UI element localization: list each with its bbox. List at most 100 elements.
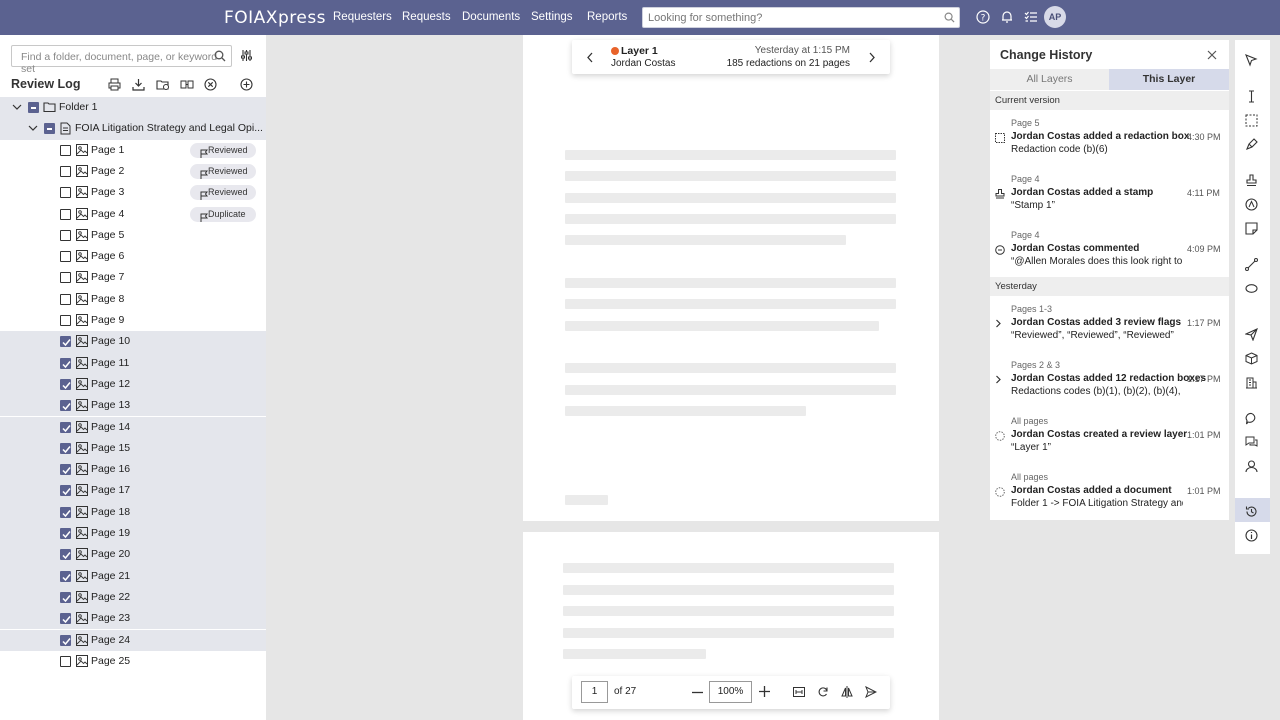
page-checkbox[interactable] — [60, 464, 71, 476]
tree-page-row[interactable]: Page 11 — [0, 352, 266, 374]
nav-settings[interactable]: Settings — [531, 11, 573, 23]
history-entry[interactable]: All pages Jordan Costas added a document F… — [990, 472, 1229, 524]
pen-icon[interactable] — [1245, 138, 1258, 151]
signature-icon[interactable] — [1245, 198, 1258, 211]
review-flag-badge[interactable]: Reviewed — [190, 185, 256, 201]
global-search-input[interactable]: Looking for something? — [642, 7, 960, 28]
page-checkbox[interactable] — [60, 485, 71, 497]
line-tool-icon[interactable] — [1245, 258, 1258, 271]
close-icon[interactable] — [1207, 50, 1217, 60]
tree-page-row[interactable]: Page 25 — [0, 651, 266, 672]
tree-page-row[interactable]: Page 2 Reviewed — [0, 161, 266, 182]
page-checkbox[interactable] — [60, 187, 71, 199]
download-icon[interactable] — [132, 78, 145, 91]
tree-folder-row[interactable]: Folder 1 — [0, 97, 266, 119]
comment-icon[interactable] — [1245, 412, 1258, 425]
pages-compare-icon[interactable] — [180, 78, 194, 91]
page-checkbox[interactable] — [60, 251, 71, 263]
page-checkbox[interactable] — [60, 229, 71, 241]
tree-page-row[interactable]: Page 7 — [0, 267, 266, 288]
page-checkbox[interactable] — [60, 655, 71, 667]
chevron-down-icon[interactable] — [28, 124, 38, 132]
flip-icon[interactable] — [841, 686, 853, 698]
filter-settings-icon[interactable] — [240, 49, 253, 62]
chevron-left-icon[interactable] — [586, 52, 594, 63]
tree-page-row[interactable]: Page 10 — [0, 331, 266, 353]
building-icon[interactable] — [1245, 376, 1258, 389]
page-checkbox[interactable] — [60, 378, 71, 390]
app-logo[interactable]: FOIAXpress — [224, 8, 326, 28]
nav-requests[interactable]: Requests — [402, 11, 451, 23]
history-entry[interactable]: Page 5 Jordan Costas added a redaction bo… — [990, 118, 1229, 170]
nav-requesters[interactable]: Requesters — [333, 11, 392, 23]
print-icon[interactable] — [108, 78, 121, 91]
history-icon[interactable] — [1245, 505, 1258, 518]
page-checkbox[interactable] — [60, 634, 71, 646]
clear-icon[interactable] — [204, 78, 217, 91]
tree-page-row[interactable]: Page 13 — [0, 395, 266, 417]
ellipse-tool-icon[interactable] — [1245, 282, 1258, 295]
zoom-level-input[interactable]: 100% — [709, 681, 752, 703]
fit-page-icon[interactable] — [793, 686, 805, 698]
send-icon[interactable] — [1245, 328, 1258, 341]
zoom-out-icon[interactable] — [692, 691, 703, 694]
tree-page-row[interactable]: Page 19 — [0, 523, 266, 545]
tree-page-row[interactable]: Page 24 — [0, 629, 266, 651]
tab-this-layer[interactable]: This Layer — [1109, 69, 1229, 90]
tree-page-row[interactable]: Page 18 — [0, 501, 266, 523]
tree-page-row[interactable]: Page 21 — [0, 565, 266, 587]
history-entry[interactable]: All pages Jordan Costas created a review … — [990, 416, 1229, 468]
tree-page-row[interactable]: Page 20 — [0, 544, 266, 566]
tree-document-row[interactable]: FOIA Litigation Strategy and Legal Opi..… — [0, 118, 266, 140]
zoom-in-icon[interactable] — [759, 686, 770, 697]
history-entry[interactable]: Page 4 Jordan Costas commented “@Allen Mor… — [990, 230, 1229, 282]
package-icon[interactable] — [1245, 352, 1258, 365]
page-number-input[interactable]: 1 — [581, 681, 608, 703]
tree-page-row[interactable]: Page 22 — [0, 586, 266, 609]
tasks-icon[interactable] — [1024, 10, 1038, 24]
page-checkbox[interactable] — [60, 506, 71, 518]
chevron-down-icon[interactable] — [12, 103, 22, 111]
chevron-right-icon[interactable] — [868, 52, 876, 63]
history-entry[interactable]: Page 4 Jordan Costas added a stamp “Stamp … — [990, 174, 1229, 226]
chevron-right-icon[interactable] — [995, 375, 1002, 384]
page-checkbox[interactable] — [60, 528, 71, 539]
page-checkbox[interactable] — [60, 613, 71, 625]
tree-page-row[interactable]: Page 1 Reviewed — [0, 140, 266, 161]
history-entry[interactable]: Pages 2 & 3 Jordan Costas added 12 redact… — [990, 360, 1229, 412]
page-checkbox[interactable] — [60, 591, 71, 603]
info-icon[interactable] — [1245, 529, 1258, 542]
text-cursor-icon[interactable] — [1245, 90, 1258, 103]
review-flag-badge[interactable]: Duplicate — [190, 206, 256, 222]
nav-documents[interactable]: Documents — [462, 11, 520, 23]
chevron-right-icon[interactable] — [995, 319, 1002, 328]
page-checkbox[interactable] — [60, 357, 71, 369]
page-checkbox[interactable] — [60, 442, 71, 454]
page-checkbox[interactable] — [60, 549, 71, 561]
history-entry[interactable]: Pages 1-3 Jordan Costas added 3 review fl… — [990, 304, 1229, 356]
tab-all-layers[interactable]: All Layers — [990, 69, 1109, 90]
user-icon[interactable] — [1245, 460, 1258, 473]
tree-page-row[interactable]: Page 23 — [0, 608, 266, 630]
review-flag-badge[interactable]: Reviewed — [190, 163, 256, 179]
page-checkbox[interactable] — [60, 165, 71, 177]
tree-page-row[interactable]: Page 15 — [0, 437, 266, 460]
page-checkbox[interactable] — [60, 336, 71, 348]
select-pointer-icon[interactable] — [1245, 54, 1258, 67]
page-checkbox[interactable] — [60, 144, 71, 156]
page-checkbox[interactable] — [60, 421, 71, 433]
add-icon[interactable] — [240, 78, 253, 91]
tree-page-row[interactable]: Page 4 Duplicate — [0, 204, 266, 225]
area-select-icon[interactable] — [1245, 114, 1258, 127]
page-checkbox[interactable] — [60, 315, 71, 326]
tree-page-row[interactable]: Page 6 — [0, 246, 266, 267]
tree-page-row[interactable]: Page 5 — [0, 225, 266, 246]
send-icon[interactable] — [865, 686, 877, 698]
user-avatar[interactable]: AP — [1044, 6, 1066, 28]
page-checkbox[interactable] — [60, 208, 71, 220]
help-icon[interactable]: ? — [976, 10, 990, 24]
tree-page-row[interactable]: Page 8 — [0, 289, 266, 310]
review-flag-badge[interactable]: Reviewed — [190, 142, 256, 158]
page-checkbox[interactable] — [60, 293, 71, 305]
tree-search-input[interactable]: Find a folder, document, page, or keywor… — [11, 45, 232, 75]
